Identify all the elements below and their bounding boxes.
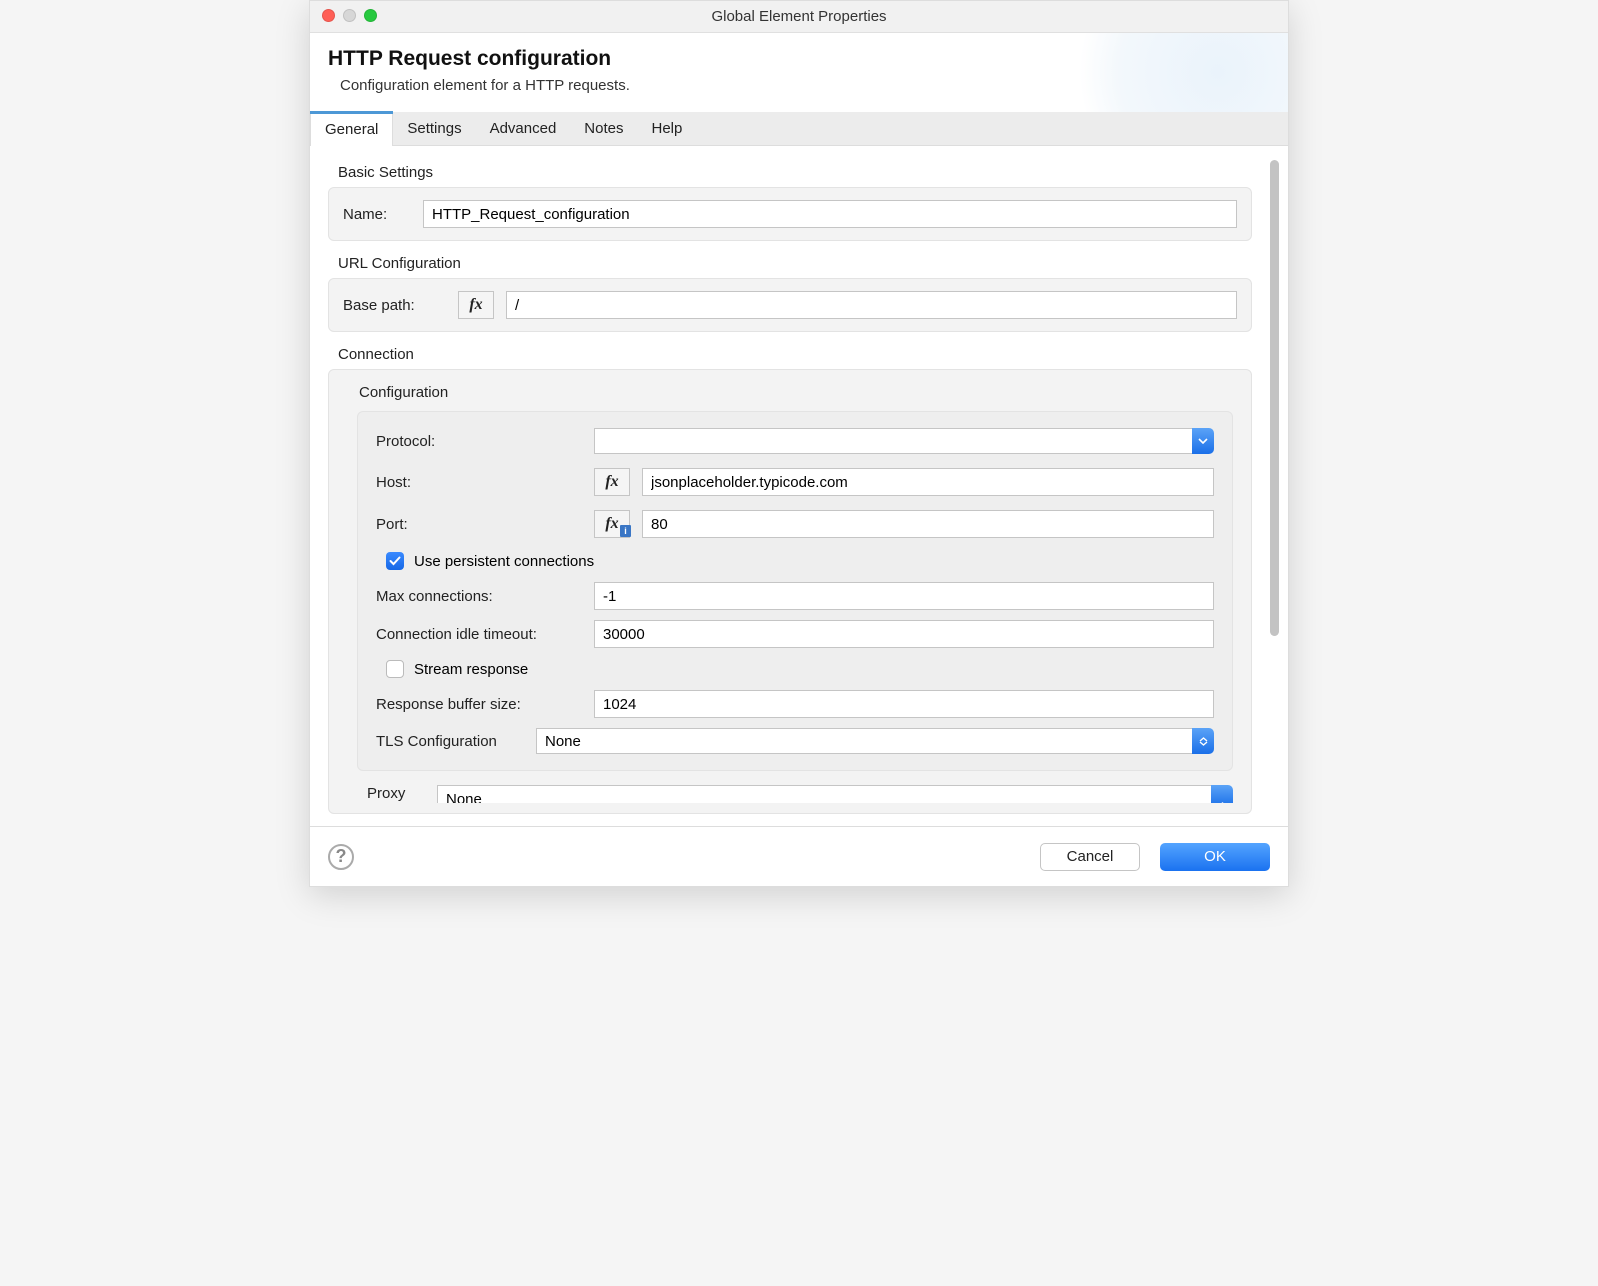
url-config-group: Base path: fx	[328, 278, 1252, 332]
stepper-arrow-icon	[1211, 785, 1233, 803]
proxy-value: None	[437, 785, 1211, 803]
page-subtitle: Configuration element for a HTTP request…	[340, 77, 1270, 94]
connection-group: Configuration Protocol: Host: fx	[328, 369, 1252, 814]
tab-advanced[interactable]: Advanced	[476, 112, 571, 145]
persistent-connections-checkbox[interactable]	[386, 552, 404, 570]
stepper-arrow-icon	[1192, 728, 1214, 754]
close-window-button[interactable]	[322, 9, 335, 22]
maximize-window-button[interactable]	[364, 9, 377, 22]
host-input[interactable]	[642, 468, 1214, 496]
configuration-group: Protocol: Host: fx	[357, 411, 1233, 771]
configuration-title: Configuration	[359, 384, 1233, 401]
help-button[interactable]: ?	[328, 844, 354, 870]
tab-general[interactable]: General	[310, 113, 393, 146]
name-input[interactable]	[423, 200, 1237, 228]
minimize-window-button[interactable]	[343, 9, 356, 22]
buffer-size-label: Response buffer size:	[376, 696, 594, 713]
fx-button-port[interactable]: fx i	[594, 510, 630, 538]
content: Basic Settings Name: URL Configuration B…	[310, 146, 1270, 826]
fx-button-basepath[interactable]: fx	[458, 291, 494, 319]
buffer-size-input[interactable]	[594, 690, 1214, 718]
fx-button-host[interactable]: fx	[594, 468, 630, 496]
tabbar: General Settings Advanced Notes Help	[310, 112, 1288, 146]
info-badge-icon: i	[620, 525, 631, 537]
help-icon: ?	[336, 846, 347, 867]
base-path-input[interactable]	[506, 291, 1237, 319]
port-input[interactable]	[642, 510, 1214, 538]
protocol-value	[594, 428, 1192, 454]
basic-settings-title: Basic Settings	[338, 164, 1252, 181]
window-title: Global Element Properties	[310, 8, 1288, 25]
footer: ? Cancel OK	[310, 826, 1288, 886]
base-path-label: Base path:	[343, 297, 458, 314]
content-wrap: Basic Settings Name: URL Configuration B…	[310, 146, 1288, 826]
basic-settings-group: Name:	[328, 187, 1252, 241]
ok-button[interactable]: OK	[1160, 843, 1270, 871]
max-connections-label: Max connections:	[376, 588, 594, 605]
proxy-label: Proxy	[367, 785, 437, 802]
fx-label: fx	[605, 515, 618, 533]
scrollbar[interactable]	[1270, 156, 1280, 816]
page-title: HTTP Request configuration	[328, 47, 1270, 71]
idle-timeout-input[interactable]	[594, 620, 1214, 648]
protocol-label: Protocol:	[376, 433, 594, 450]
persistent-connections-label: Use persistent connections	[414, 553, 594, 570]
tab-settings[interactable]: Settings	[393, 112, 475, 145]
tls-config-value: None	[536, 728, 1192, 754]
scrollbar-thumb[interactable]	[1270, 160, 1279, 636]
stream-response-label: Stream response	[414, 661, 528, 678]
stream-response-checkbox[interactable]	[386, 660, 404, 678]
cancel-button[interactable]: Cancel	[1040, 843, 1140, 871]
port-label: Port:	[376, 516, 594, 533]
tls-config-label: TLS Configuration	[376, 733, 536, 750]
idle-timeout-label: Connection idle timeout:	[376, 626, 594, 643]
dropdown-arrow-icon	[1192, 428, 1214, 454]
traffic-lights	[322, 9, 377, 22]
dialog-window: Global Element Properties HTTP Request c…	[309, 0, 1289, 887]
connection-title: Connection	[338, 346, 1252, 363]
titlebar: Global Element Properties	[310, 1, 1288, 33]
max-connections-input[interactable]	[594, 582, 1214, 610]
name-label: Name:	[343, 206, 423, 223]
proxy-select[interactable]: None	[437, 785, 1233, 803]
tab-notes[interactable]: Notes	[570, 112, 637, 145]
host-label: Host:	[376, 474, 594, 491]
tab-help[interactable]: Help	[637, 112, 696, 145]
url-config-title: URL Configuration	[338, 255, 1252, 272]
header-region: HTTP Request configuration Configuration…	[310, 33, 1288, 112]
protocol-select[interactable]	[594, 428, 1214, 454]
tls-config-select[interactable]: None	[536, 728, 1214, 754]
